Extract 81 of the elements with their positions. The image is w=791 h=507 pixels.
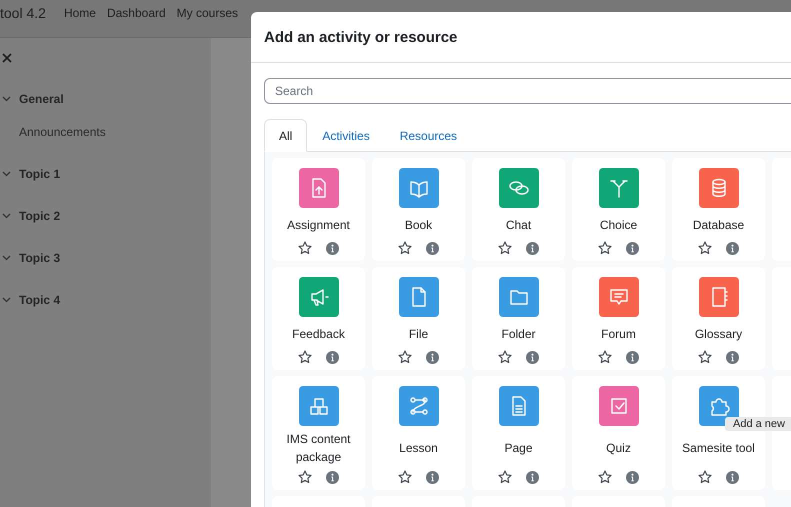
activity-name: Forum xyxy=(600,326,637,342)
star-icon[interactable] xyxy=(698,350,712,364)
activity-card[interactable]: Page xyxy=(472,376,565,490)
search-field[interactable]: Search xyxy=(264,78,791,104)
chevron-icon[interactable] xyxy=(2,96,11,102)
activity-name: Quiz xyxy=(605,440,632,457)
info-icon[interactable] xyxy=(526,470,539,484)
star-icon[interactable] xyxy=(698,241,712,255)
star-icon[interactable] xyxy=(698,470,712,484)
chevron-icon[interactable] xyxy=(2,171,11,177)
chevron-icon[interactable] xyxy=(2,255,11,261)
star-icon[interactable] xyxy=(298,470,312,484)
nav-link[interactable]: My courses xyxy=(176,6,238,20)
activity-name: Glossary xyxy=(694,326,744,342)
star-icon[interactable] xyxy=(598,470,612,484)
star-icon[interactable] xyxy=(298,241,312,255)
star-icon[interactable] xyxy=(498,470,512,484)
site-name[interactable]: tool 4.2 xyxy=(0,4,46,20)
activity-card[interactable]: IMS content package xyxy=(272,376,365,490)
star-icon[interactable] xyxy=(498,241,512,255)
star-icon[interactable] xyxy=(498,350,512,364)
activity-card[interactable]: Glossary xyxy=(672,267,765,370)
activity-name: Assignment xyxy=(286,216,351,234)
section-title[interactable]: Topic 2 xyxy=(19,209,60,223)
close-icon[interactable] xyxy=(2,53,12,63)
activity-card[interactable]: Assignment xyxy=(272,158,365,261)
star-icon[interactable] xyxy=(398,350,412,364)
info-icon[interactable] xyxy=(426,350,439,364)
star-icon[interactable] xyxy=(598,350,612,364)
info-icon[interactable] xyxy=(626,350,639,364)
tab[interactable]: Resources xyxy=(384,119,472,152)
activity-link[interactable]: Announcements xyxy=(19,125,211,139)
activity-name: Feedback xyxy=(291,326,346,342)
activity-name: IMS content package xyxy=(285,431,352,466)
activity-card[interactable]: Quiz xyxy=(572,376,665,490)
chevron-icon[interactable] xyxy=(2,297,11,303)
tooltip: Add a new xyxy=(725,417,791,431)
info-icon[interactable] xyxy=(326,350,339,364)
activity-card[interactable]: Folder xyxy=(472,267,565,370)
section-title[interactable]: General xyxy=(19,92,64,106)
modal-title: Add an activity or resource xyxy=(264,28,458,46)
activity-card[interactable]: Book xyxy=(372,158,465,261)
activity-name: File xyxy=(408,326,430,342)
activity-card[interactable]: File xyxy=(372,267,465,370)
activity-name: Chat xyxy=(504,216,532,234)
info-icon[interactable] xyxy=(426,242,439,254)
info-icon[interactable] xyxy=(626,242,639,254)
star-icon[interactable] xyxy=(298,350,312,364)
activity-name: Samesite tool xyxy=(681,440,756,457)
info-icon[interactable] xyxy=(726,350,739,364)
activity-card[interactable]: Database xyxy=(672,158,765,261)
activity-card[interactable]: Chat xyxy=(472,158,565,261)
star-icon[interactable] xyxy=(598,241,612,255)
section-title[interactable]: Topic 3 xyxy=(19,251,60,265)
nav-link[interactable]: Home xyxy=(64,6,96,20)
info-icon[interactable] xyxy=(726,242,739,254)
star-icon[interactable] xyxy=(398,241,412,255)
activity-name: Lesson xyxy=(398,440,439,457)
activity-card[interactable]: Forum xyxy=(572,267,665,370)
info-icon[interactable] xyxy=(426,470,439,484)
section-title[interactable]: Topic 1 xyxy=(19,167,60,181)
info-icon[interactable] xyxy=(726,470,739,484)
activity-card[interactable]: Choice xyxy=(572,158,665,261)
activity-card[interactable]: Lesson xyxy=(372,376,465,490)
info-icon[interactable] xyxy=(326,242,339,254)
activity-name: Book xyxy=(404,216,434,234)
activity-name: Folder xyxy=(500,326,536,342)
chevron-icon[interactable] xyxy=(2,213,11,219)
tab[interactable]: All xyxy=(264,119,308,152)
info-icon[interactable] xyxy=(526,242,539,254)
star-icon[interactable] xyxy=(398,470,412,484)
info-icon[interactable] xyxy=(526,350,539,364)
section-title[interactable]: Topic 4 xyxy=(19,293,60,307)
activity-card[interactable]: Feedback xyxy=(272,267,365,370)
activity-name: Page xyxy=(503,440,534,457)
nav-link[interactable]: Dashboard xyxy=(106,6,166,20)
activity-name: Choice xyxy=(598,216,638,234)
info-icon[interactable] xyxy=(626,470,639,484)
info-icon[interactable] xyxy=(326,470,339,484)
activity-name: Database xyxy=(692,216,746,234)
tab[interactable]: Activities xyxy=(307,119,385,152)
